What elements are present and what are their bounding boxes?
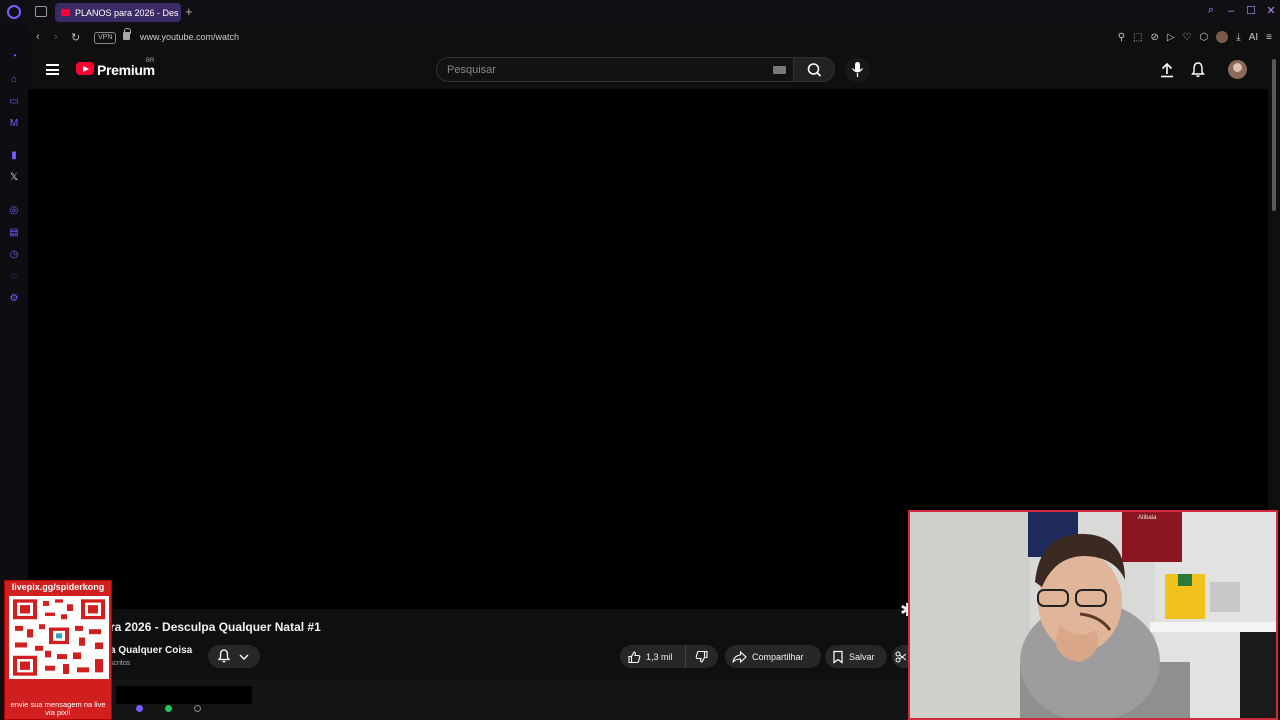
save-button[interactable]: Salvar bbox=[825, 645, 887, 668]
mail-icon[interactable]: M bbox=[8, 118, 20, 130]
like-count: 1,3 mil bbox=[646, 651, 673, 662]
hamburger-menu-icon[interactable] bbox=[46, 64, 59, 75]
scrollbar-thumb[interactable] bbox=[1272, 59, 1276, 211]
tabs-sidebar-icon[interactable]: ▤ bbox=[8, 227, 20, 239]
search-box bbox=[436, 57, 794, 82]
bookmarks-icon[interactable]: ◌ bbox=[8, 271, 20, 283]
new-tab-button[interactable]: + bbox=[185, 4, 193, 19]
search-icon bbox=[807, 63, 822, 77]
minimize-icon[interactable]: – bbox=[1226, 5, 1236, 17]
upload-icon[interactable] bbox=[1159, 61, 1175, 78]
aria-ai-button[interactable]: AI bbox=[1249, 32, 1258, 43]
search-input[interactable] bbox=[437, 58, 757, 81]
opera-logo-icon[interactable] bbox=[7, 5, 21, 19]
like-button[interactable]: 1,3 mil bbox=[620, 645, 686, 668]
tab-youtube-video[interactable]: PLANOS para 2026 - Des bbox=[55, 3, 181, 22]
webcam-overlay: Atibaia bbox=[908, 510, 1278, 720]
redaction-bar bbox=[116, 686, 252, 704]
address-bar: ‹ › ↻ VPN www.youtube.com/watch ⚲ ⬚ ⊘ ▷ … bbox=[28, 25, 1280, 51]
save-label: Salvar bbox=[849, 651, 875, 662]
clip-button[interactable] bbox=[892, 645, 908, 668]
microphone-icon bbox=[851, 62, 864, 77]
pin-icon[interactable]: ⚲ bbox=[1118, 32, 1125, 43]
player-icon[interactable]: ▷ bbox=[1167, 32, 1175, 43]
video-title: ra 2026 - Desculpa Qualquer Natal #1 bbox=[110, 620, 321, 634]
twitch-icon[interactable]: ▮ bbox=[8, 150, 20, 162]
scissors-icon bbox=[895, 651, 906, 662]
aria-icon[interactable]: ◔ bbox=[8, 51, 20, 63]
adblock-icon[interactable]: ⊘ bbox=[1150, 32, 1158, 43]
qr-top-text: livepix.gg/spiderkong bbox=[11, 582, 105, 592]
reload-icon[interactable]: ↻ bbox=[71, 31, 80, 44]
qr-bottom-text: envie sua mensagem na live via pix!! bbox=[10, 700, 106, 717]
youtube-header: Premium BR bbox=[28, 51, 1268, 89]
browser-tab-bar: PLANOS para 2026 - Des + ⌕ – ☐ ✕ bbox=[0, 0, 1280, 25]
account-avatar[interactable] bbox=[1228, 60, 1247, 79]
forward-icon[interactable]: › bbox=[54, 31, 58, 43]
maximize-icon[interactable]: ☐ bbox=[1246, 4, 1256, 17]
strip-green-dot-icon bbox=[165, 705, 172, 712]
profile-avatar-icon[interactable] bbox=[1216, 31, 1229, 43]
strip-circle-icon bbox=[194, 705, 201, 712]
messenger-icon[interactable]: ▭ bbox=[8, 96, 20, 108]
x-twitter-icon[interactable]: 𝕏 bbox=[8, 172, 20, 184]
tab-overview-icon[interactable] bbox=[35, 6, 47, 17]
share-button[interactable]: Compartilhar bbox=[725, 645, 821, 668]
heart-icon[interactable]: ♡ bbox=[1183, 32, 1192, 43]
extensions-icon[interactable]: ⬡ bbox=[1200, 32, 1209, 43]
tab-title: PLANOS para 2026 - Des bbox=[75, 7, 179, 18]
menu-icon[interactable]: ≡ bbox=[1266, 32, 1272, 43]
notifications-bell-icon[interactable] bbox=[1190, 61, 1206, 78]
share-arrow-icon bbox=[732, 650, 747, 663]
bag-icon[interactable]: ⌂ bbox=[8, 74, 20, 86]
like-dislike-group: 1,3 mil bbox=[620, 645, 718, 668]
dislike-button[interactable] bbox=[686, 645, 718, 668]
share-label: Compartilhar bbox=[752, 651, 804, 662]
history-icon[interactable]: ◷ bbox=[8, 249, 20, 261]
player-sidebar-icon[interactable]: ◎ bbox=[8, 205, 20, 217]
voice-search-button[interactable] bbox=[845, 57, 870, 82]
region-label: BR bbox=[146, 58, 155, 64]
window-controls: ⌕ – ☐ ✕ bbox=[1206, 4, 1276, 17]
thumbs-up-icon bbox=[628, 650, 641, 663]
qr-code-icon bbox=[9, 596, 109, 679]
back-icon[interactable]: ‹ bbox=[36, 31, 40, 43]
pix-qr-overlay: livepix.gg/spiderkong envie sua mensagem… bbox=[4, 580, 112, 720]
lock-icon[interactable] bbox=[123, 28, 131, 40]
thumbs-down-icon bbox=[695, 650, 708, 663]
subscription-bell-button[interactable] bbox=[208, 645, 260, 668]
keyboard-icon[interactable] bbox=[773, 66, 786, 74]
vpn-badge[interactable]: VPN bbox=[94, 32, 117, 44]
url-field[interactable]: www.youtube.com/watch bbox=[140, 32, 239, 42]
close-icon[interactable]: ✕ bbox=[1266, 4, 1276, 17]
search-button[interactable] bbox=[793, 57, 835, 82]
webcam-wall-text: Atibaia bbox=[1138, 515, 1157, 521]
bell-icon bbox=[217, 649, 249, 663]
youtube-premium-brand[interactable]: Premium bbox=[97, 62, 155, 78]
channel-name[interactable]: a Qualquer Coisa bbox=[110, 645, 192, 656]
download-icon[interactable]: ⤓ bbox=[1236, 32, 1240, 43]
snapshot-icon[interactable]: ⬚ bbox=[1133, 32, 1142, 43]
strip-purple-dot-icon bbox=[136, 705, 143, 712]
settings-icon[interactable]: ⚙ bbox=[8, 293, 20, 305]
youtube-logo-icon[interactable] bbox=[76, 62, 94, 75]
extensions-bar: ⚲ ⬚ ⊘ ▷ ♡ ⬡ ⤓ AI ≡ bbox=[1118, 31, 1272, 43]
subscriber-count: scritos bbox=[110, 660, 131, 667]
webcam-feed-image: Atibaia bbox=[910, 512, 1276, 718]
youtube-favicon-icon bbox=[61, 9, 70, 16]
bookmark-icon bbox=[833, 650, 843, 664]
search-tabs-icon[interactable]: ⌕ bbox=[1206, 4, 1216, 17]
